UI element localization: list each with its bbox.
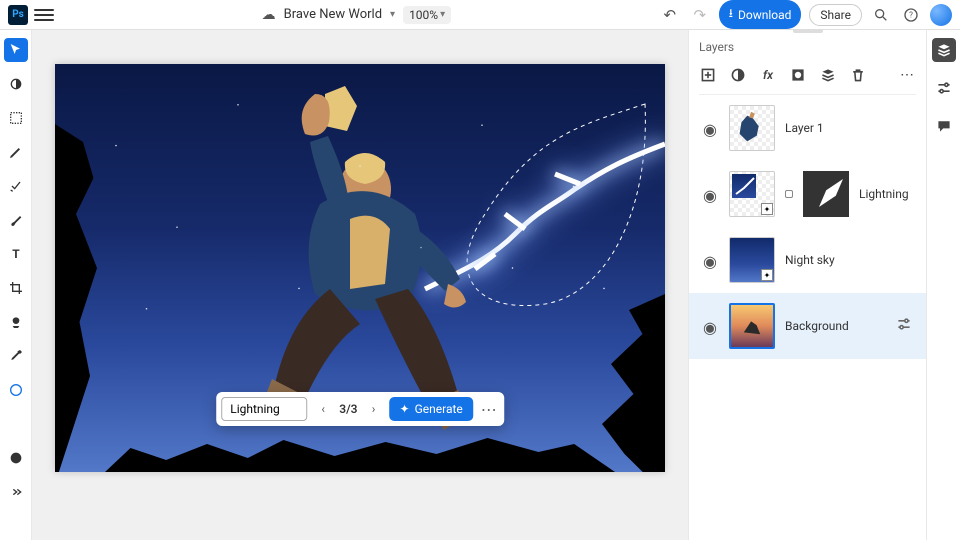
layer-toolbar: fx ⋯ [699,62,916,95]
more-options-icon[interactable]: ⋯ [479,400,499,419]
adjustment-icon[interactable] [729,66,747,84]
visibility-icon[interactable]: ◉ [703,186,719,202]
layer-thumbnail[interactable] [729,105,775,151]
more-tools[interactable] [4,480,28,504]
comments-tab-icon[interactable] [932,114,956,138]
crop-tool[interactable] [4,276,28,300]
share-button[interactable]: Share [809,4,862,26]
properties-tab-icon[interactable] [932,76,956,100]
text-tool[interactable]: T [4,242,28,266]
stack-icon[interactable] [819,66,837,84]
person-graphic [210,84,500,464]
doc-title-area: ☁ Brave New World ▾ 100% ▾ [60,6,653,24]
panel-title: Layers [699,40,916,54]
brush-tool[interactable] [4,140,28,164]
undo-icon[interactable]: ↶ [659,4,681,26]
generate-button[interactable]: ✦ Generate [390,397,473,421]
tree-silhouette [575,294,665,472]
svg-text:?: ? [909,10,913,19]
add-layer-icon[interactable] [699,66,717,84]
tool-bar: T [0,30,32,540]
layer-name: Background [785,319,849,333]
eyedropper-tool[interactable] [4,344,28,368]
move-tool[interactable] [4,38,28,62]
layer-row[interactable]: ◉ ✦ Lightning [699,161,916,227]
layer-name: Lightning [859,187,909,201]
layer-properties-icon[interactable] [896,316,912,336]
layer-row[interactable]: ◉ Background [689,293,926,359]
prompt-input[interactable] [221,397,307,421]
variation-count: 3/3 [339,402,357,416]
heal-tool[interactable] [4,174,28,198]
download-button[interactable]: ⭳ Download [719,0,802,29]
layers-list: ◉ Layer 1 ◉ ✦ Lightning ◉ [699,95,916,359]
shape-tool[interactable] [4,378,28,402]
panel-more-icon[interactable]: ⋯ [898,66,916,84]
marquee-tool[interactable] [4,106,28,130]
layer-row[interactable]: ◉ ✦ Night sky [699,227,916,293]
layers-panel: Layers fx ⋯ ◉ Layer 1 ◉ [688,30,926,540]
fx-icon[interactable]: fx [759,66,777,84]
top-bar: Ps ☁ Brave New World ▾ 100% ▾ ↶ ↷ ⭳ Down… [0,0,960,30]
document-title[interactable]: Brave New World [284,7,382,22]
mask-thumbnail[interactable] [803,171,849,217]
zoom-value: 100% [409,8,438,22]
delete-icon[interactable] [849,66,867,84]
canvas[interactable]: ‹ 3/3 › ✦ Generate ⋯ [55,64,665,472]
generative-badge-icon: ✦ [761,203,773,215]
download-icon: ⭳ [729,4,733,25]
paint-tool[interactable] [4,208,28,232]
cloud-icon: ☁ [262,7,276,23]
visibility-icon[interactable]: ◉ [703,318,719,334]
user-avatar[interactable] [930,4,952,26]
layer-name: Night sky [785,253,835,267]
arrange-tool[interactable] [4,412,28,436]
tree-silhouette [105,432,615,472]
mask-icon[interactable] [789,66,807,84]
generative-fill-bar: ‹ 3/3 › ✦ Generate ⋯ [216,392,504,426]
svg-text:T: T [12,247,20,261]
redo-icon[interactable]: ↷ [689,4,711,26]
search-icon[interactable] [870,4,892,26]
zoom-chevron-icon: ▾ [440,9,445,20]
visibility-icon[interactable]: ◉ [703,252,719,268]
tree-silhouette [55,124,125,472]
transform-tool[interactable] [4,72,28,96]
layer-thumbnail[interactable] [729,303,775,349]
fill-tool[interactable] [4,446,28,470]
right-rail [926,30,960,540]
panel-grab-handle[interactable] [793,29,823,33]
sparkle-icon: ✦ [400,402,410,416]
zoom-control[interactable]: 100% ▾ [403,6,451,24]
help-icon[interactable]: ? [900,4,922,26]
layer-thumbnail[interactable]: ✦ [729,237,775,283]
lightning-graphic [405,114,665,314]
layer-name: Layer 1 [785,121,824,135]
next-variation-button[interactable]: › [364,399,384,419]
link-icon[interactable] [785,190,793,198]
app-logo[interactable]: Ps [8,5,28,25]
lasso-selection [335,94,655,334]
canvas-area[interactable]: ‹ 3/3 › ✦ Generate ⋯ [32,30,688,540]
visibility-icon[interactable]: ◉ [703,120,719,136]
prev-variation-button[interactable]: ‹ [313,399,333,419]
gradient-tool[interactable] [4,310,28,334]
layer-row[interactable]: ◉ Layer 1 [699,95,916,161]
layer-thumbnail[interactable]: ✦ [729,171,775,217]
generative-badge-icon: ✦ [761,269,773,281]
doc-chevron-icon[interactable]: ▾ [390,9,395,20]
menu-icon[interactable] [34,9,54,21]
layers-tab-icon[interactable] [932,38,956,62]
